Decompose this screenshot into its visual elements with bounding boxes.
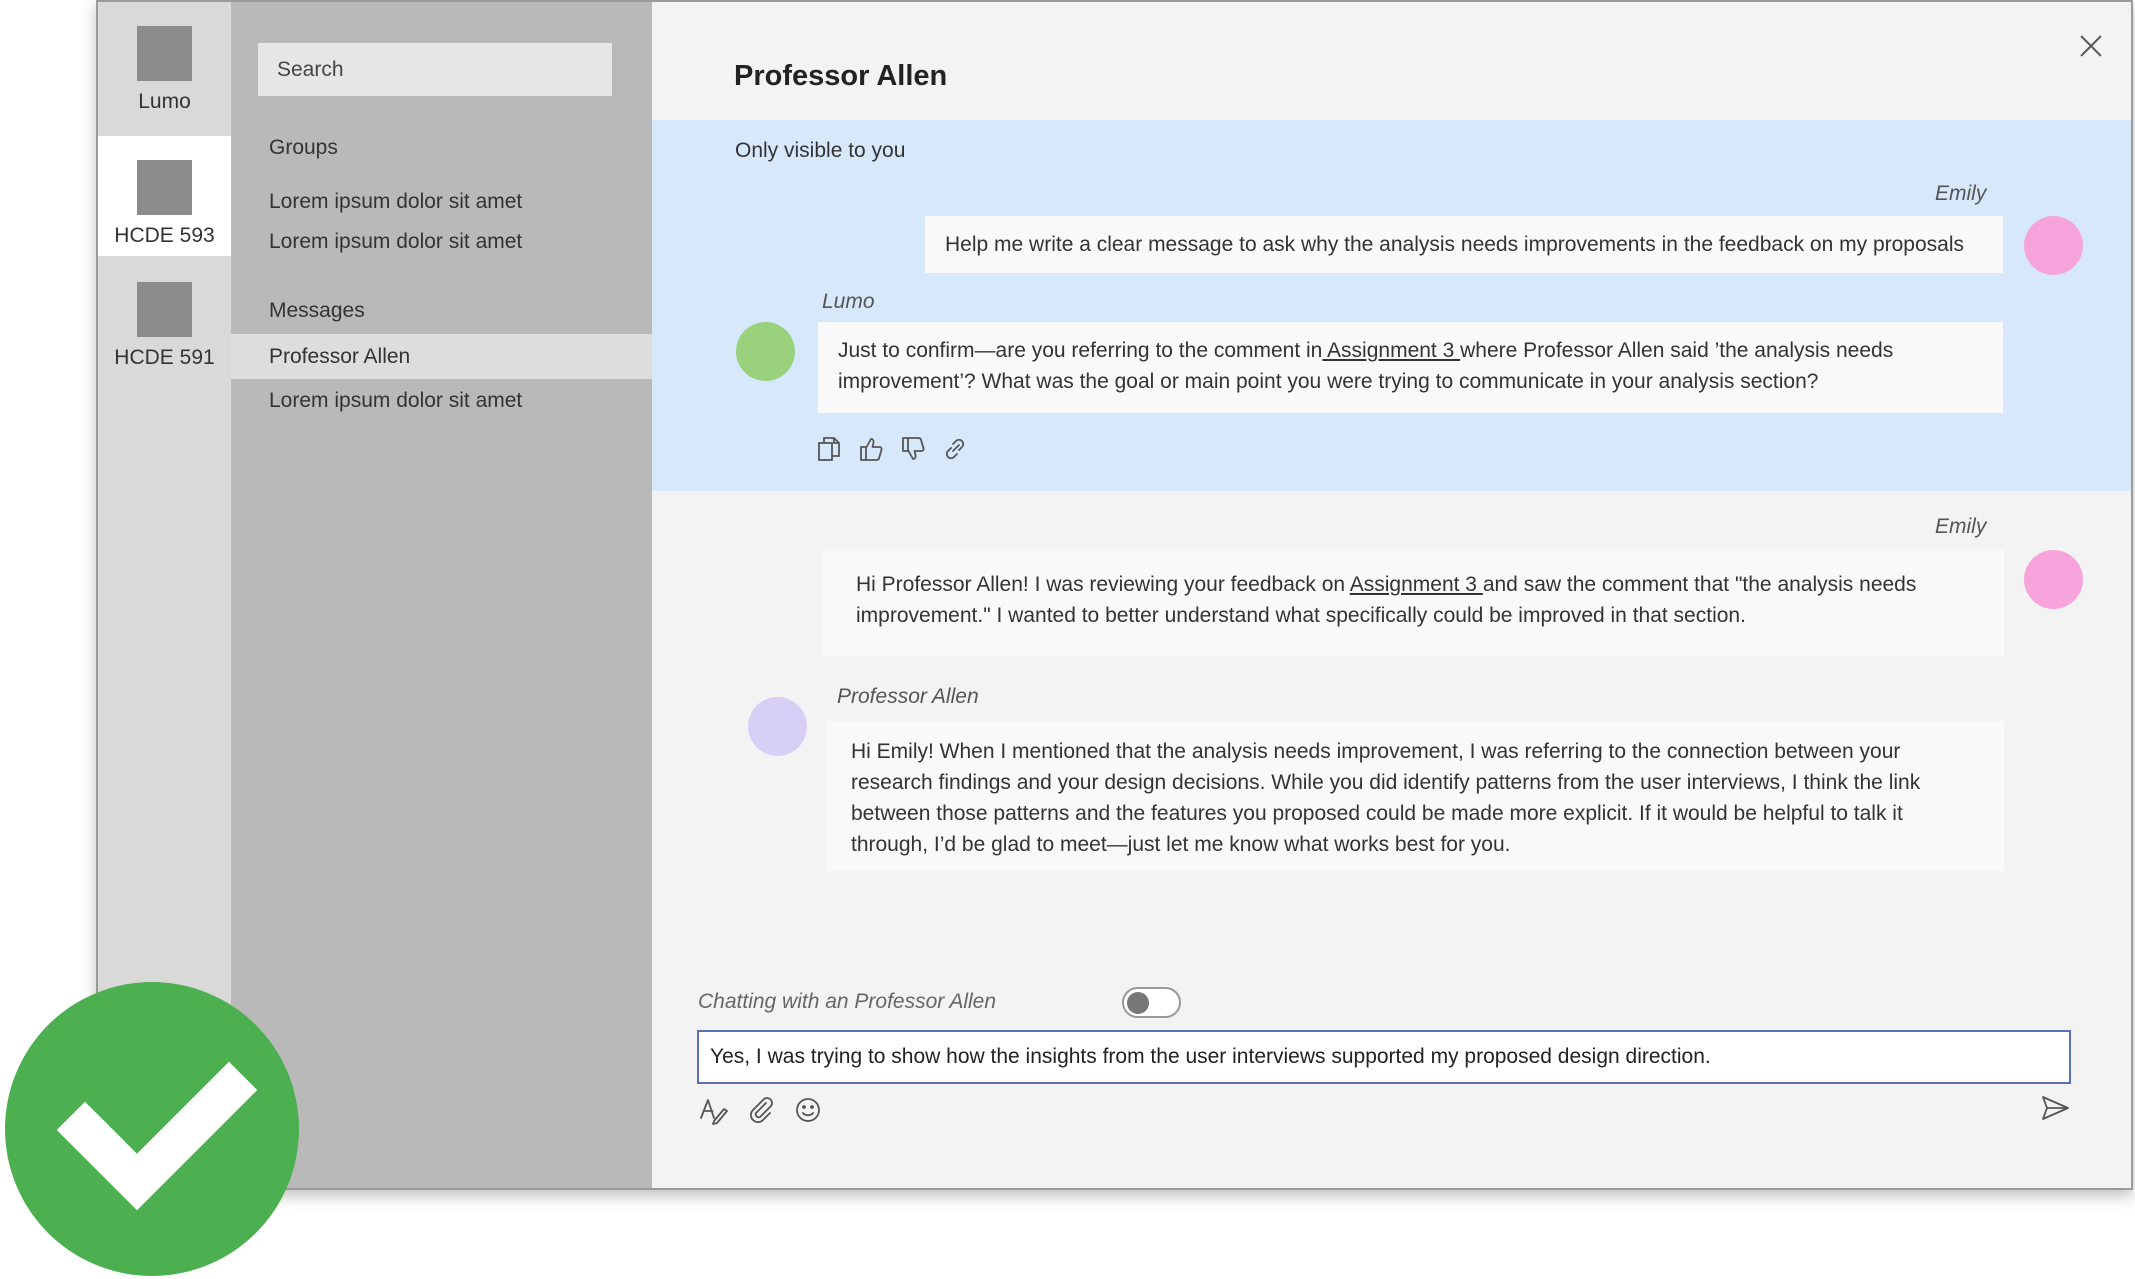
chat-mode-toggle[interactable] xyxy=(1122,987,1181,1018)
message-input[interactable] xyxy=(697,1030,2071,1084)
chat-title: Professor Allen xyxy=(734,60,948,92)
send-icon[interactable] xyxy=(2039,1092,2071,1124)
avatar-professor-allen xyxy=(748,697,807,756)
sender-name: Lumo xyxy=(822,290,875,313)
checkmark-badge xyxy=(5,982,299,1276)
avatar-emily xyxy=(2024,550,2083,609)
rail-item-lumo[interactable]: Lumo xyxy=(98,2,231,122)
assignment-link[interactable]: Assignment 3 xyxy=(1322,339,1460,362)
message-item[interactable]: Lorem ipsum dolor sit amet xyxy=(269,389,522,413)
message-bubble: Help me write a clear message to ask why… xyxy=(925,216,2003,273)
message-text: Help me write a clear message to ask why… xyxy=(945,233,1964,256)
private-label: Only visible to you xyxy=(735,139,906,162)
course-icon xyxy=(137,160,192,215)
course-icon xyxy=(137,282,192,337)
rail-item-label: HCDE 591 xyxy=(114,346,215,369)
group-item[interactable]: Lorem ipsum dolor sit amet xyxy=(269,190,522,214)
avatar-lumo xyxy=(736,322,795,381)
checkmark-icon xyxy=(56,1061,258,1211)
composer-toolbar xyxy=(698,1094,824,1126)
app-window: Lumo HCDE 593 HCDE 591 Groups Lorem ipsu… xyxy=(96,0,2133,1190)
private-lumo-section: Only visible to you Emily Help me write … xyxy=(652,120,2131,491)
messages-heading: Messages xyxy=(269,299,365,322)
sender-name: Emily xyxy=(1935,182,1987,205)
toggle-label: Chatting with an Professor Allen xyxy=(698,990,997,1013)
message-bubble: Just to confirm—are you referring to the… xyxy=(818,322,2003,413)
avatar-emily xyxy=(2024,216,2083,275)
rail-item-hcde593[interactable]: HCDE 593 xyxy=(98,136,231,256)
chat-pane: Professor Allen Only visible to you Emil… xyxy=(652,2,2131,1188)
search-input[interactable] xyxy=(258,43,612,96)
thumbs-up-icon[interactable] xyxy=(857,435,885,463)
message-text: Hi Emily! When I mentioned that the anal… xyxy=(851,740,1921,856)
groups-heading: Groups xyxy=(269,136,338,159)
emoji-icon[interactable] xyxy=(792,1094,824,1126)
assignment-link[interactable]: Assignment 3 xyxy=(1350,573,1483,596)
sender-name: Emily xyxy=(1935,515,1987,538)
message-item-professor-allen[interactable]: Professor Allen xyxy=(231,334,652,379)
rail-item-label: HCDE 593 xyxy=(114,224,215,247)
close-icon[interactable] xyxy=(2077,32,2105,60)
message-bubble: Hi Emily! When I mentioned that the anal… xyxy=(827,721,2004,871)
copy-icon[interactable] xyxy=(815,435,843,463)
group-item[interactable]: Lorem ipsum dolor sit amet xyxy=(269,230,522,254)
attach-icon[interactable] xyxy=(745,1094,777,1126)
message-bubble: Hi Professor Allen! I was reviewing your… xyxy=(823,550,2004,656)
sender-name: Professor Allen xyxy=(837,685,979,708)
lumo-icon xyxy=(137,26,192,81)
rail-item-label: Lumo xyxy=(138,90,191,113)
thumbs-down-icon[interactable] xyxy=(899,435,927,463)
message-text: Just to confirm—are you referring to the… xyxy=(838,339,1323,362)
message-actions xyxy=(815,435,969,463)
format-icon[interactable] xyxy=(698,1094,730,1126)
link-icon[interactable] xyxy=(941,435,969,463)
toggle-knob xyxy=(1127,992,1149,1014)
message-text: Hi Professor Allen! I was reviewing your… xyxy=(856,573,1350,596)
rail-item-hcde591[interactable]: HCDE 591 xyxy=(98,258,231,378)
